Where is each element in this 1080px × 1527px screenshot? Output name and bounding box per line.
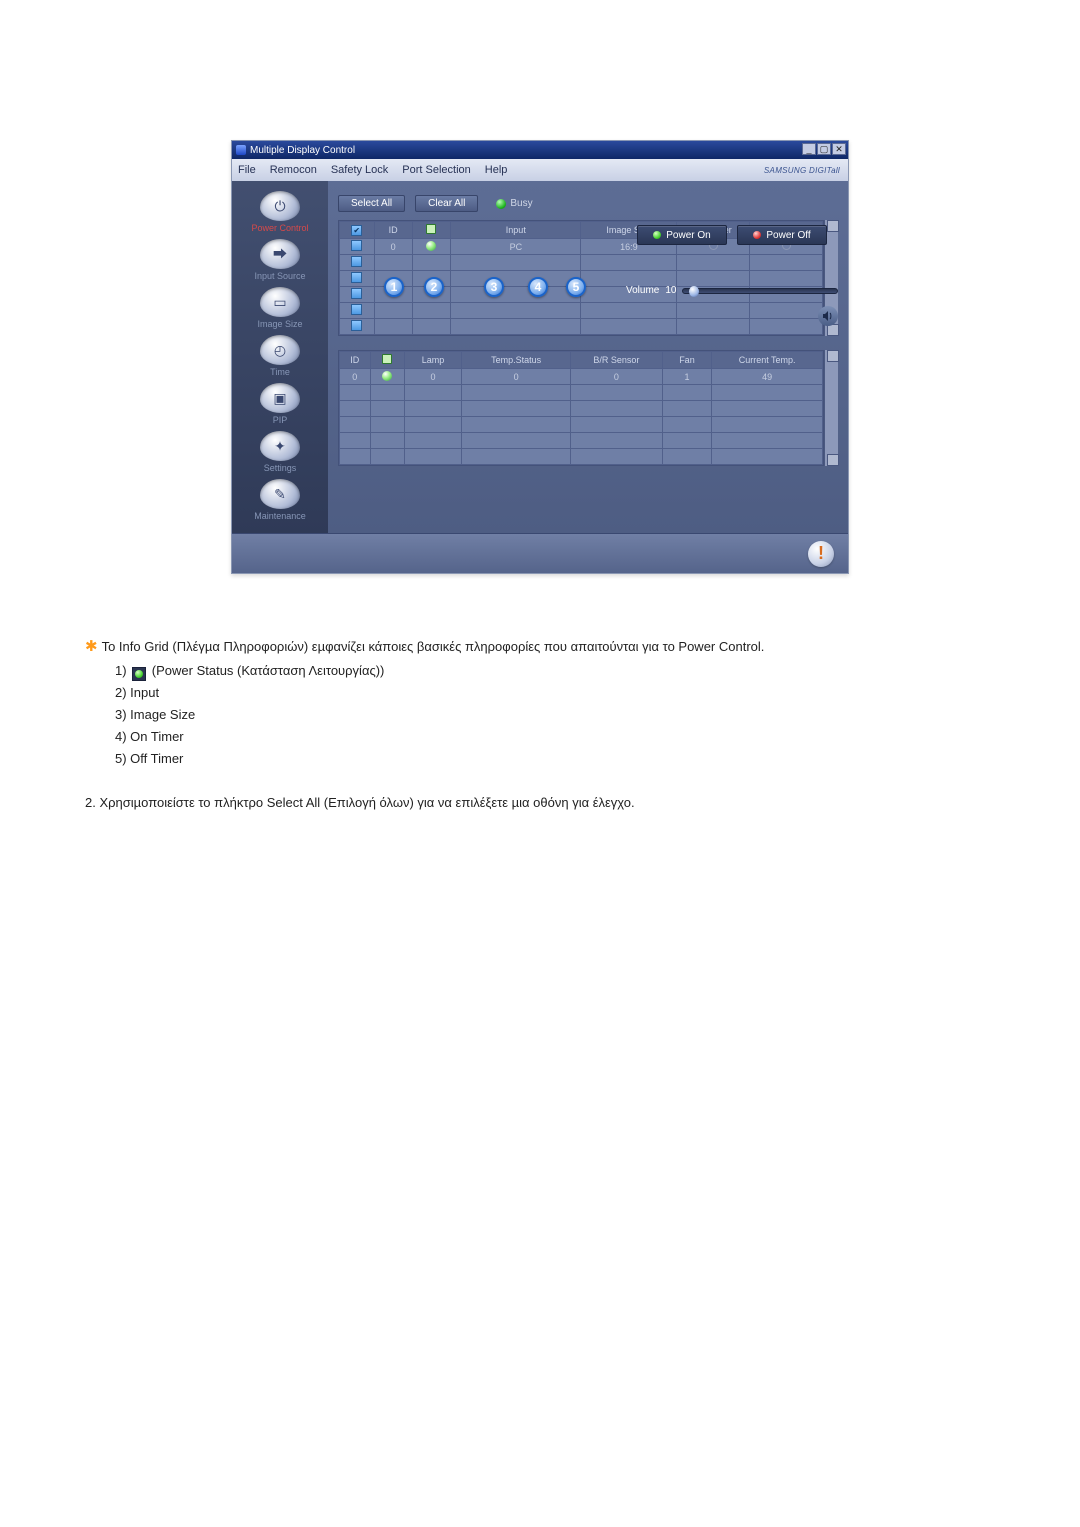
clear-all-button[interactable]: Clear All — [415, 195, 478, 212]
col2-fan: Fan — [662, 352, 712, 369]
doc-p2: 2. Χρησιµοποιείστε το πλήκτρο Select All… — [85, 792, 995, 814]
power-icon: ⏻ — [260, 191, 300, 221]
sidebar-item-maintenance[interactable]: ✎Maintenance — [240, 479, 320, 521]
menubar: File Remocon Safety Lock Port Selection … — [232, 159, 848, 181]
close-button[interactable]: ✕ — [832, 143, 846, 155]
time-icon: ◴ — [260, 335, 300, 365]
col2-temp: Temp.Status — [462, 352, 571, 369]
col-input: Input — [451, 222, 581, 239]
slider-thumb[interactable] — [689, 286, 699, 297]
minimize-button[interactable]: _ — [802, 143, 816, 155]
info-grid-bottom: ID Lamp Temp.Status B/R Sensor Fan Curre… — [338, 350, 824, 466]
col2-power-led — [370, 352, 404, 369]
input-icon: ⮕ — [260, 239, 300, 269]
power-on-button[interactable]: Power On — [637, 225, 727, 245]
volume-control: Volume 10 — [626, 285, 838, 296]
power-led-icon — [426, 224, 436, 234]
sidebar-item-settings[interactable]: ✦Settings — [240, 431, 320, 473]
speaker-icon[interactable] — [818, 306, 838, 326]
doc-intro: Το Info Grid (Πλέγµα Πληροφοριών) εµφανί… — [102, 639, 765, 654]
sidebar-item-image-size[interactable]: ▭Image Size — [240, 287, 320, 329]
led-off-icon — [753, 231, 761, 239]
image-size-icon: ▭ — [260, 287, 300, 317]
power-status-inline-icon — [132, 667, 146, 681]
col-power-led — [412, 222, 450, 239]
col-id: ID — [374, 222, 412, 239]
select-all-button[interactable]: Select All — [338, 195, 405, 212]
row-checkbox[interactable] — [351, 240, 362, 251]
right-panel: Power On Power Off Volume 10 — [626, 225, 838, 326]
busy-led-icon — [496, 199, 506, 209]
volume-label: Volume — [626, 285, 659, 296]
scrollbar[interactable] — [824, 350, 838, 466]
sidebar: ⏻Power Control ⮕Input Source ▭Image Size… — [232, 181, 328, 533]
col2-id: ID — [340, 352, 371, 369]
col2-lamp: Lamp — [404, 352, 461, 369]
table-row[interactable]: 0 0 0 0 1 49 — [340, 369, 823, 385]
settings-icon: ✦ — [260, 431, 300, 461]
busy-indicator: Busy — [496, 198, 532, 209]
app-icon — [236, 145, 246, 155]
maximize-button[interactable]: ▢ — [817, 143, 831, 155]
col2-br: B/R Sensor — [571, 352, 663, 369]
brand-label: SAMSUNG DIGITall — [764, 166, 840, 175]
col2-current-temp: Current Temp. — [712, 352, 823, 369]
power-status-icon — [426, 241, 436, 251]
main-panel: Select All Clear All Busy ID Input Image — [328, 181, 848, 533]
volume-value: 10 — [665, 285, 676, 296]
power-off-button[interactable]: Power Off — [737, 225, 827, 245]
power-led-icon — [382, 354, 392, 364]
led-on-icon — [653, 231, 661, 239]
header-checkbox[interactable] — [351, 225, 362, 236]
volume-slider[interactable] — [682, 288, 838, 294]
window-buttons: _ ▢ ✕ — [802, 143, 846, 155]
menu-safety-lock[interactable]: Safety Lock — [331, 164, 388, 176]
menu-help[interactable]: Help — [485, 164, 508, 176]
document-text: ✱ Το Info Grid (Πλέγµα Πληροφοριών) εµφαν… — [85, 634, 995, 814]
sidebar-item-input-source[interactable]: ⮕Input Source — [240, 239, 320, 281]
star-icon: ✱ — [85, 634, 98, 660]
titlebar: Multiple Display Control _ ▢ ✕ — [232, 141, 848, 159]
menu-file[interactable]: File — [238, 164, 256, 176]
warning-icon: ! — [808, 541, 834, 567]
pip-icon: ▣ — [260, 383, 300, 413]
menu-port-selection[interactable]: Port Selection — [402, 164, 470, 176]
power-status-icon — [382, 371, 392, 381]
menu-remocon[interactable]: Remocon — [270, 164, 317, 176]
window-title: Multiple Display Control — [250, 145, 355, 156]
statusbar: ! — [232, 533, 848, 573]
sidebar-item-pip[interactable]: ▣PIP — [240, 383, 320, 425]
sidebar-item-time[interactable]: ◴Time — [240, 335, 320, 377]
maintenance-icon: ✎ — [260, 479, 300, 509]
sidebar-item-power-control[interactable]: ⏻Power Control — [240, 191, 320, 233]
application-window: Multiple Display Control _ ▢ ✕ File Remo… — [231, 140, 849, 574]
